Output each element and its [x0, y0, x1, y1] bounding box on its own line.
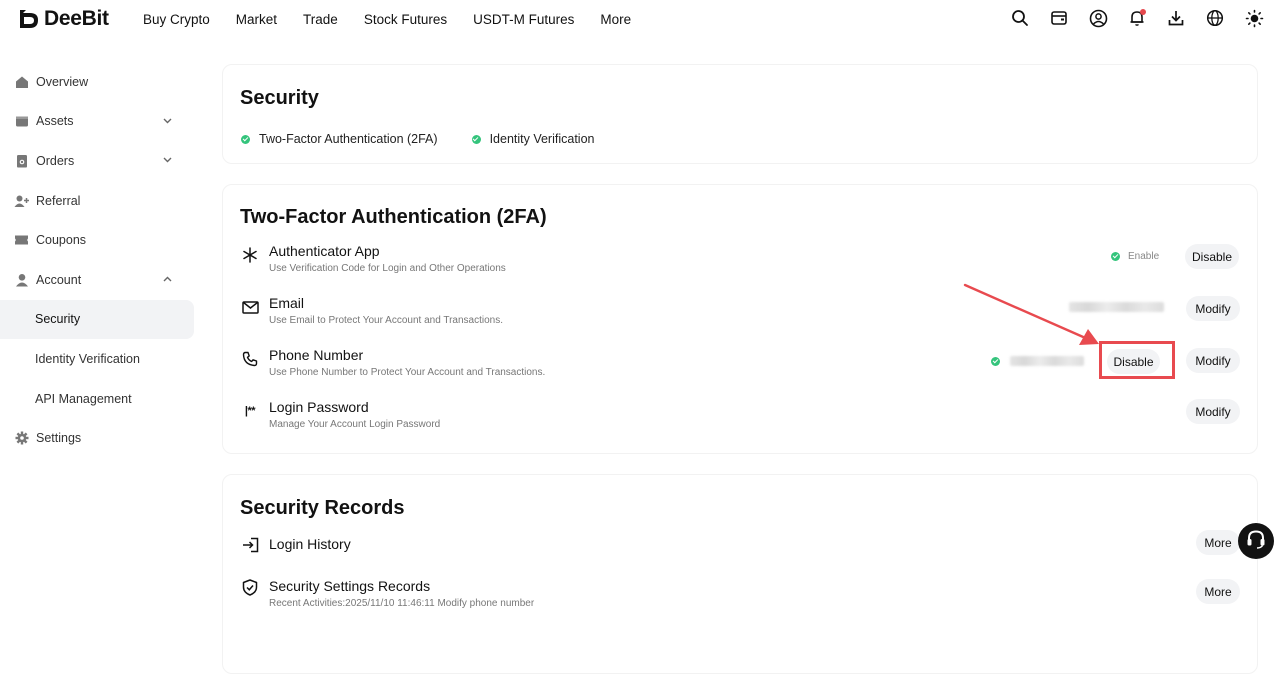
sidebar-item-assets[interactable]: Assets — [0, 102, 200, 142]
login-history-row: Login History — [240, 531, 1240, 571]
status-label: Enable — [1128, 251, 1160, 262]
password-modify-button[interactable]: Modify — [1186, 399, 1240, 424]
orders-icon — [14, 153, 29, 168]
globe-icon[interactable] — [1205, 8, 1225, 28]
check-circle-icon — [471, 134, 481, 144]
sidebar-item-label: Identity Verification — [35, 351, 140, 366]
gear-icon — [14, 431, 29, 446]
chevron-up-icon — [163, 274, 172, 285]
sidebar-item-api-management[interactable]: API Management — [0, 379, 200, 419]
sidebar-item-label: Security — [35, 312, 81, 327]
row-title: Security Settings Records — [269, 578, 431, 594]
sidebar: Overview Assets Orders Referral Coupons … — [0, 62, 200, 458]
nav-stock-futures[interactable]: Stock Futures — [364, 12, 447, 27]
profile-icon[interactable] — [1088, 8, 1108, 28]
user-plus-icon — [14, 193, 29, 208]
search-icon[interactable] — [1010, 8, 1030, 28]
row-description: Recent Activities:2025/11/10 11:46:11 Mo… — [269, 598, 535, 609]
login-password-row: |** Login Password Manage Your Account L… — [240, 397, 1240, 437]
sidebar-item-label: Settings — [36, 431, 82, 446]
notification-dot — [1140, 9, 1146, 15]
theme-sun-icon[interactable] — [1244, 8, 1264, 28]
sidebar-item-account[interactable]: Account — [0, 260, 200, 300]
bell-icon[interactable] — [1127, 8, 1147, 28]
sidebar-item-label: API Management — [35, 391, 132, 406]
sidebar-item-overview[interactable]: Overview — [0, 62, 200, 102]
check-label: Two-Factor Authentication (2FA) — [259, 132, 438, 146]
check-circle-icon — [241, 134, 250, 144]
top-navigation-bar: DeeBit Buy Crypto Market Trade Stock Fut… — [0, 0, 1280, 38]
masked-phone-value — [1010, 356, 1084, 366]
check-circle-icon — [991, 357, 1000, 366]
nav-buy-crypto[interactable]: Buy Crypto — [143, 12, 210, 27]
sidebar-item-coupons[interactable]: Coupons — [0, 220, 200, 260]
row-title: Phone Number — [269, 347, 364, 363]
authenticator-app-row: Authenticator App Use Verification Code … — [240, 241, 1240, 281]
sidebar-item-security[interactable]: Security — [0, 299, 194, 340]
main-nav: Buy Crypto Market Trade Stock Futures US… — [143, 0, 657, 38]
wallet-icon — [14, 114, 29, 129]
wallet-icon[interactable] — [1049, 8, 1069, 28]
sidebar-item-orders[interactable]: Orders — [0, 141, 200, 181]
download-icon[interactable] — [1166, 8, 1186, 28]
nav-more[interactable]: More — [600, 12, 631, 27]
ticket-icon — [14, 233, 29, 248]
check-item-2fa: Two-Factor Authentication (2FA) — [241, 132, 438, 146]
brand-name: DeeBit — [44, 7, 109, 30]
security-check-list: Two-Factor Authentication (2FA) Identity… — [241, 132, 594, 146]
asterisk-icon — [240, 245, 260, 265]
headset-icon — [1245, 528, 1267, 555]
sidebar-item-label: Referral — [36, 193, 81, 208]
shield-check-icon — [240, 577, 260, 597]
row-title: Login Password — [269, 399, 369, 415]
check-item-identity: Identity Verification — [471, 132, 595, 146]
check-circle-icon — [1111, 252, 1120, 261]
sidebar-item-label: Orders — [36, 153, 75, 168]
nav-market[interactable]: Market — [236, 12, 277, 27]
check-label: Identity Verification — [489, 132, 595, 146]
row-description: Use Verification Code for Login and Othe… — [269, 263, 506, 274]
page-title: Security — [240, 87, 319, 109]
status-badge: Enable — [1111, 251, 1159, 262]
customer-support-button[interactable] — [1238, 523, 1274, 559]
row-title: Authenticator App — [269, 243, 380, 259]
sidebar-item-identity-verification[interactable]: Identity Verification — [0, 339, 200, 379]
security-records-card: Security Records Login History More Secu… — [222, 474, 1258, 674]
password-icon: |** — [244, 405, 256, 417]
deebit-logo-icon — [18, 8, 40, 30]
email-modify-button[interactable]: Modify — [1186, 296, 1240, 321]
nav-trade[interactable]: Trade — [303, 12, 338, 27]
row-description: Manage Your Account Login Password — [269, 419, 441, 430]
sidebar-item-label: Account — [36, 272, 82, 287]
login-icon — [240, 535, 260, 555]
security-records-more-button[interactable]: More — [1196, 579, 1240, 604]
home-icon — [14, 74, 29, 89]
sidebar-item-referral[interactable]: Referral — [0, 181, 200, 221]
phone-modify-button[interactable]: Modify — [1186, 348, 1240, 373]
row-description: Use Email to Protect Your Account and Tr… — [269, 315, 504, 326]
sidebar-item-settings[interactable]: Settings — [0, 418, 200, 458]
sidebar-item-label: Overview — [36, 74, 89, 89]
top-icon-group — [1010, 8, 1264, 28]
row-description: Use Phone Number to Protect Your Account… — [269, 367, 546, 378]
security-summary-card: Security Two-Factor Authentication (2FA)… — [222, 64, 1258, 164]
authenticator-disable-button[interactable]: Disable — [1185, 244, 1239, 269]
chevron-down-icon — [163, 116, 172, 127]
sidebar-item-label: Assets — [36, 114, 74, 129]
nav-usdt-m-futures[interactable]: USDT-M Futures — [473, 12, 574, 27]
deebit-logo[interactable]: DeeBit — [18, 7, 109, 31]
login-history-more-button[interactable]: More — [1196, 530, 1240, 555]
chevron-down-icon — [163, 155, 172, 166]
person-icon — [14, 272, 29, 287]
section-title: Security Records — [240, 497, 405, 519]
security-settings-records-row: Security Settings Records Recent Activit… — [240, 573, 1240, 613]
phone-icon — [240, 349, 260, 369]
row-title: Email — [269, 295, 305, 311]
mail-icon — [240, 297, 260, 317]
row-title: Login History — [269, 536, 351, 552]
section-title: Two-Factor Authentication (2FA) — [240, 206, 547, 228]
annotation-arrow-icon — [963, 283, 1099, 345]
sidebar-item-label: Coupons — [36, 233, 87, 248]
